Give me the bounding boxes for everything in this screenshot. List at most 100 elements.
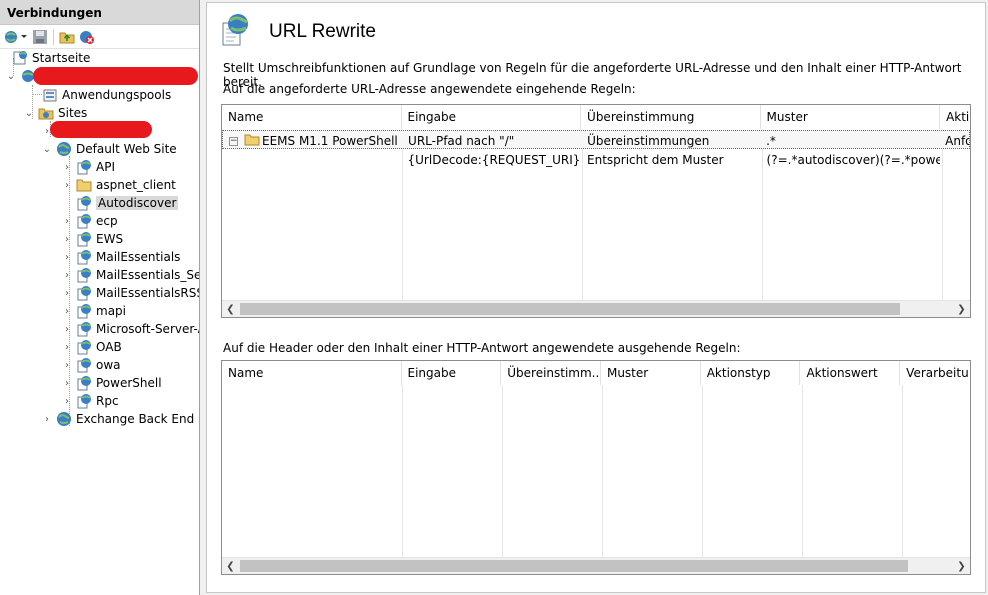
collapse-icon[interactable]: − bbox=[229, 137, 238, 146]
tree-item-label: Anwendungspools bbox=[62, 88, 172, 102]
inbound-rules-grid[interactable]: Name Eingabe Übereinstimmung Muster Akti… bbox=[221, 104, 971, 318]
chevron-right-icon[interactable]: › bbox=[62, 270, 72, 281]
web-app-icon bbox=[76, 321, 92, 337]
tree-item-owa[interactable]: › owa bbox=[62, 356, 121, 374]
tree-item-label: MailEssentialsRSS bbox=[96, 286, 200, 300]
column-header-muster[interactable]: Muster bbox=[601, 361, 701, 385]
scrollbar-thumb[interactable] bbox=[240, 560, 908, 572]
chevron-right-icon[interactable]: › bbox=[42, 414, 52, 425]
connections-toolbar bbox=[0, 25, 199, 49]
column-header-aktionstyp[interactable]: Aktionstyp bbox=[701, 361, 801, 385]
column-header-uebereinstimmung[interactable]: Übereinstimm... bbox=[501, 361, 601, 385]
up-folder-icon[interactable] bbox=[58, 27, 76, 47]
rule-action-cell bbox=[940, 150, 970, 169]
tree-item-label: Rpc bbox=[96, 394, 119, 408]
web-app-icon bbox=[76, 303, 92, 319]
url-rewrite-icon bbox=[221, 13, 251, 50]
web-app-icon bbox=[76, 159, 92, 175]
chevron-right-icon[interactable]: › bbox=[62, 396, 72, 407]
tree-item-label: Startseite bbox=[32, 51, 91, 65]
column-header-eingabe[interactable]: Eingabe bbox=[402, 361, 502, 385]
tree-item-microsoft-server-a[interactable]: › Microsoft-Server-A bbox=[62, 320, 200, 338]
column-header-muster[interactable]: Muster bbox=[761, 105, 941, 129]
tree-item-ecp[interactable]: › ecp bbox=[62, 212, 118, 230]
tree-item-mailessentialsrss[interactable]: › MailEssentialsRSS bbox=[62, 284, 200, 302]
column-header-aktionswert[interactable]: Aktionswert bbox=[800, 361, 901, 385]
chevron-down-icon[interactable]: ⌄ bbox=[42, 144, 52, 155]
chevron-right-icon[interactable]: › bbox=[62, 216, 72, 227]
tree-item-api[interactable]: › API bbox=[62, 158, 115, 176]
tree-item-default-web-site[interactable]: ⌄ Default Web Site bbox=[42, 140, 177, 158]
chevron-down-icon[interactable]: ⌄ bbox=[6, 71, 16, 82]
tree-item-label: Exchange Back End bbox=[76, 412, 195, 426]
tree-item-label: OAB bbox=[96, 340, 122, 354]
tree-item-powershell[interactable]: › PowerShell bbox=[62, 374, 162, 392]
web-app-icon bbox=[76, 375, 92, 391]
column-header-uebereinstimmung[interactable]: Übereinstimmung bbox=[581, 105, 761, 129]
tree-item-mailessentials[interactable]: › MailEssentials bbox=[62, 248, 180, 266]
column-header-name[interactable]: Name bbox=[222, 361, 402, 385]
chevron-right-icon[interactable]: › bbox=[62, 324, 72, 335]
save-icon[interactable] bbox=[31, 27, 49, 47]
tree-item-mapi[interactable]: › mapi bbox=[62, 302, 126, 320]
column-header-name[interactable]: Name bbox=[222, 105, 402, 129]
connect-icon[interactable] bbox=[3, 27, 29, 47]
outbound-rules-heading: Auf die Header oder den Inhalt einer HTT… bbox=[223, 341, 741, 355]
rule-pattern-cell: .* bbox=[766, 134, 776, 148]
column-header-aktion[interactable]: Akti bbox=[940, 105, 970, 129]
tree-item-rpc[interactable]: › Rpc bbox=[62, 392, 119, 410]
rule-name-cell bbox=[222, 150, 402, 169]
chevron-down-icon[interactable]: ⌄ bbox=[24, 108, 34, 119]
redaction-mark bbox=[50, 121, 152, 138]
column-header-eingabe[interactable]: Eingabe bbox=[402, 105, 582, 129]
web-app-icon bbox=[76, 195, 92, 211]
rule-match-cell: Entspricht dem Muster bbox=[587, 153, 724, 167]
tree-item-sites[interactable]: ⌄ Sites bbox=[24, 104, 88, 122]
rule-input-cell: {UrlDecode:{REQUEST_URI}} bbox=[407, 153, 582, 167]
table-row[interactable]: − EEMS M1.1 PowerShell ... URL-Pfad nach … bbox=[222, 130, 970, 149]
tree-item-exchange-back-end[interactable]: › Exchange Back End bbox=[42, 410, 194, 428]
outbound-rules-grid[interactable]: Name Eingabe Übereinstimm... Muster Akti… bbox=[221, 360, 971, 575]
scroll-right-icon[interactable]: ❯ bbox=[953, 301, 970, 317]
scrollbar-thumb[interactable] bbox=[240, 303, 900, 315]
web-app-icon bbox=[76, 231, 92, 247]
page-header: URL Rewrite bbox=[221, 13, 376, 50]
web-app-icon bbox=[76, 267, 92, 283]
chevron-right-icon[interactable]: › bbox=[62, 180, 72, 191]
column-header-verarbeitung[interactable]: Verarbeitu... bbox=[900, 361, 970, 385]
tree-item-label: Microsoft-Server-A bbox=[96, 322, 200, 336]
app-pools-icon bbox=[42, 87, 58, 103]
rule-name-cell: − EEMS M1.1 PowerShell ... bbox=[229, 134, 403, 148]
tree-item-label: mapi bbox=[96, 304, 126, 318]
connections-tree: Startseite ⌄ Anwendungspools ⌄ Sites › ⌄… bbox=[0, 48, 200, 595]
scroll-left-icon[interactable]: ❮ bbox=[222, 301, 239, 317]
chevron-right-icon[interactable]: › bbox=[62, 234, 72, 245]
table-row[interactable]: {UrlDecode:{REQUEST_URI}} Entspricht dem… bbox=[222, 150, 970, 169]
web-app-icon bbox=[76, 339, 92, 355]
web-app-icon bbox=[76, 285, 92, 301]
tree-item-mailessentials-serv[interactable]: › MailEssentials_Serv bbox=[62, 266, 199, 284]
chevron-right-icon[interactable]: › bbox=[62, 306, 72, 317]
tree-item-oab[interactable]: › OAB bbox=[62, 338, 122, 356]
chevron-right-icon[interactable]: › bbox=[62, 378, 72, 389]
chevron-right-icon[interactable]: › bbox=[62, 252, 72, 263]
tree-item-autodiscover[interactable]: Autodiscover bbox=[62, 194, 179, 212]
tree-item-aspnet-client[interactable]: › aspnet_client bbox=[62, 176, 176, 194]
tree-item-anwendungspools[interactable]: Anwendungspools bbox=[42, 86, 171, 104]
horizontal-scrollbar[interactable]: ❮ ❯ bbox=[222, 557, 970, 574]
chevron-right-icon[interactable]: › bbox=[62, 162, 72, 173]
web-app-icon bbox=[76, 213, 92, 229]
web-app-icon bbox=[76, 249, 92, 265]
rule-pattern-cell: (?=.*autodiscover)(?=.*power... bbox=[766, 153, 941, 167]
tree-item-ews[interactable]: › EWS bbox=[62, 230, 123, 248]
scroll-right-icon[interactable]: ❯ bbox=[953, 558, 970, 574]
chevron-right-icon[interactable]: › bbox=[62, 288, 72, 299]
tree-item-startseite[interactable]: Startseite bbox=[12, 49, 90, 67]
scroll-left-icon[interactable]: ❮ bbox=[222, 558, 239, 574]
grid-header: Name Eingabe Übereinstimm... Muster Akti… bbox=[222, 361, 970, 385]
disconnect-icon[interactable] bbox=[78, 27, 96, 47]
chevron-right-icon[interactable]: › bbox=[62, 360, 72, 371]
chevron-right-icon[interactable]: › bbox=[62, 342, 72, 353]
web-app-icon bbox=[76, 357, 92, 373]
horizontal-scrollbar[interactable]: ❮ ❯ bbox=[222, 300, 970, 317]
